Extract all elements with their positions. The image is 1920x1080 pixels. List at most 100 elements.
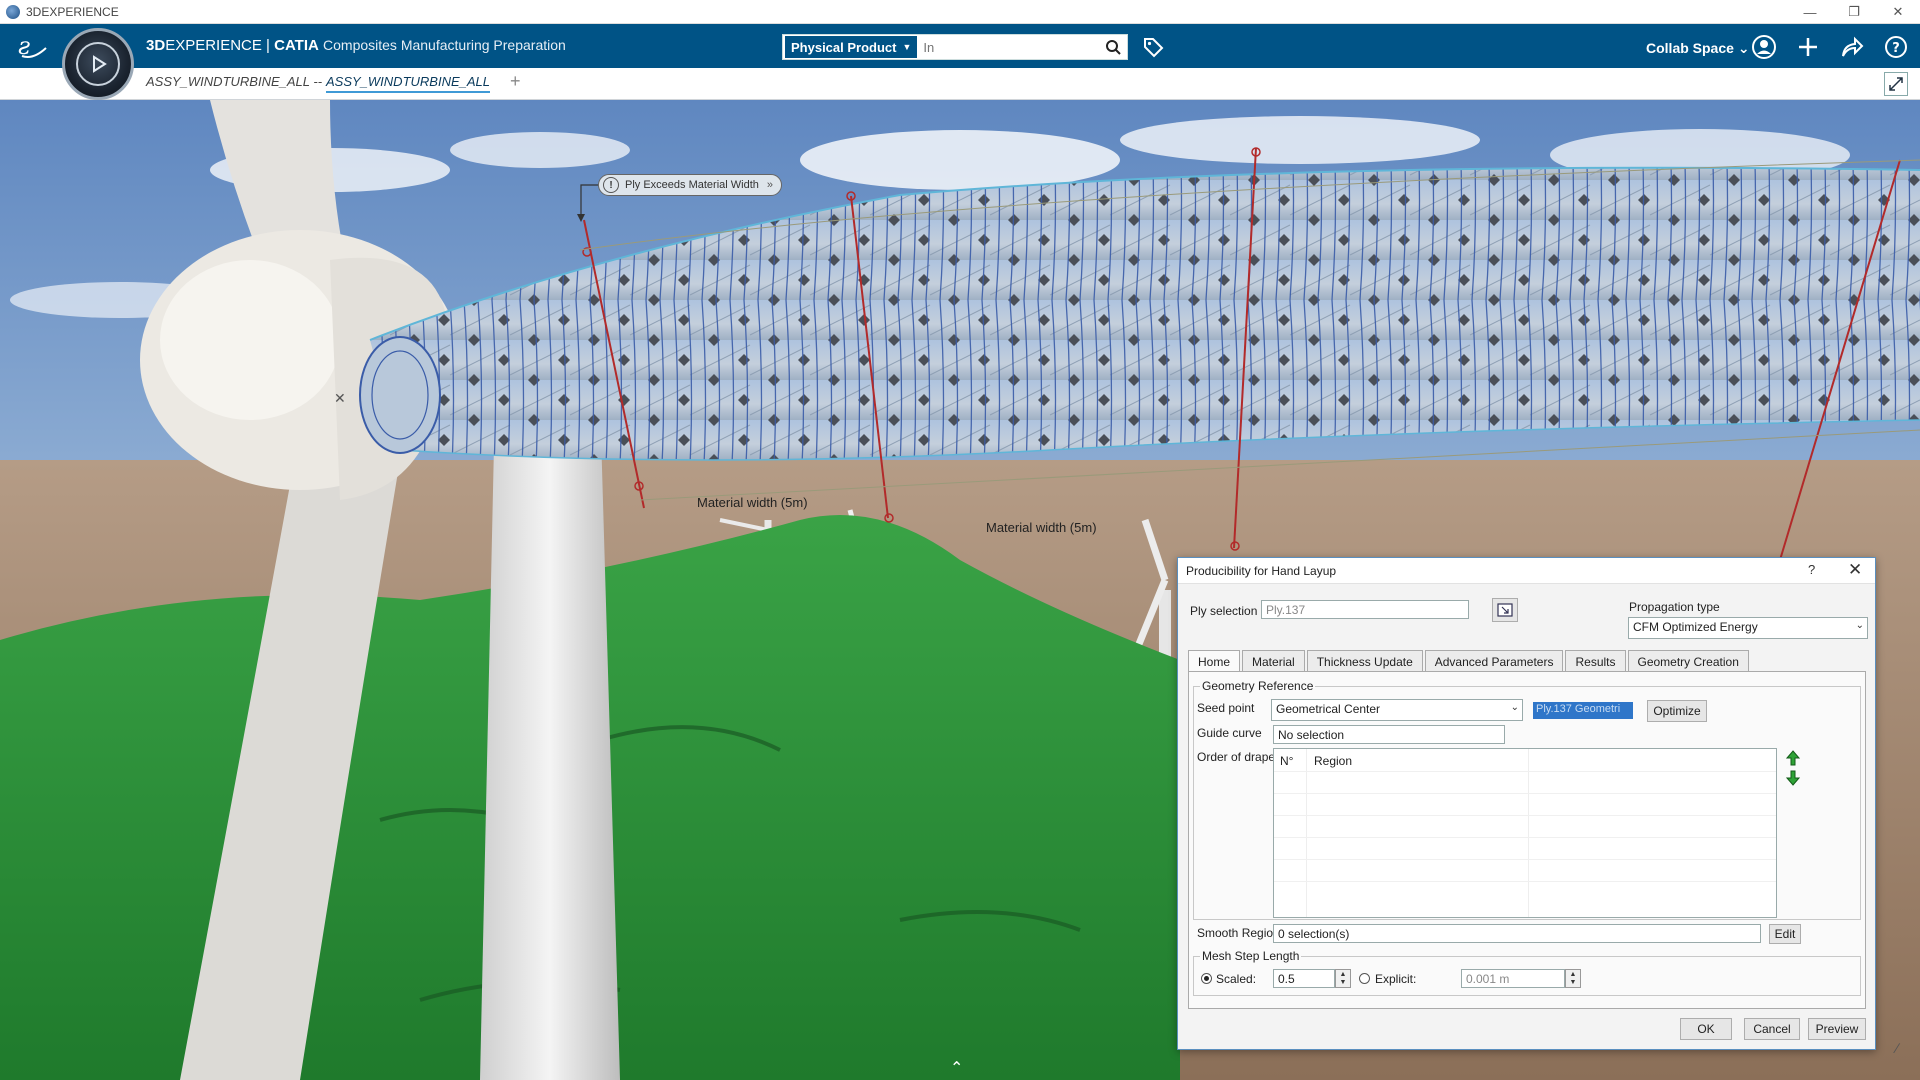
row-line (1274, 859, 1776, 860)
propagation-type-label: Propagation type (1629, 600, 1720, 614)
os-app-name: 3DEXPERIENCE (26, 4, 119, 19)
help-icon[interactable]: ? (1882, 33, 1910, 61)
warning-icon: ! (603, 177, 619, 193)
tab-home[interactable]: Home (1188, 650, 1241, 673)
compass-play-button[interactable] (62, 28, 134, 100)
chevron-down-icon: ⌄ (1737, 40, 1750, 56)
order-of-drape-list[interactable]: N° Region (1273, 748, 1777, 918)
scaled-radio[interactable] (1201, 973, 1212, 984)
row-line (1274, 837, 1776, 838)
search-bar: Physical Product ▼ (782, 34, 1128, 60)
add-icon[interactable] (1794, 33, 1822, 61)
app-header: ƨ 3DEXPERIENCE | CATIA Composites Manufa… (0, 24, 1920, 68)
guide-curve-label: Guide curve (1197, 726, 1262, 740)
dialog-close-icon[interactable]: ✕ (1848, 560, 1862, 580)
ok-button[interactable]: OK (1680, 1018, 1732, 1040)
tag-icon[interactable] (1140, 34, 1166, 60)
dialog-title: Producibility for Hand Layup (1186, 564, 1337, 578)
spin-up-icon: ▲ (1569, 970, 1577, 978)
tab-results[interactable]: Results (1565, 650, 1626, 672)
tab-material[interactable]: Material (1242, 650, 1305, 672)
ply-selection-field[interactable]: Ply.137 (1261, 600, 1469, 619)
column-number: N° (1280, 754, 1294, 768)
tab-geometry-creation[interactable]: Geometry Creation (1627, 650, 1749, 672)
seed-point-value: Geometrical Center (1276, 702, 1381, 716)
expand-up-icon[interactable]: ⌃ (950, 1058, 963, 1078)
share-icon[interactable] (1838, 33, 1866, 61)
order-of-drape-label: Order of drape (1197, 750, 1276, 764)
user-avatar-icon[interactable] (1750, 33, 1778, 61)
scaled-value-field[interactable]: 0.5 (1273, 969, 1335, 988)
cancel-button[interactable]: Cancel (1744, 1018, 1800, 1040)
add-tab-icon[interactable]: + (510, 71, 521, 92)
explicit-spinner[interactable]: ▲ ▼ (1565, 969, 1581, 988)
preview-button[interactable]: Preview (1808, 1018, 1866, 1040)
maximize-icon[interactable] (1884, 72, 1908, 96)
chevron-down-icon: ⌄ (1510, 702, 1519, 713)
producibility-dialog: Producibility for Hand Layup ? ✕ Ply sel… (1177, 557, 1876, 1050)
search-scope-label: Physical Product (791, 39, 897, 55)
column-separator (1306, 749, 1307, 917)
app-name: Composites Manufacturing Preparation (323, 37, 566, 53)
collab-space-selector[interactable]: Collab Space ⌄ (1646, 40, 1750, 57)
explicit-label: Explicit: (1375, 972, 1417, 986)
app-icon (6, 4, 20, 19)
row-line (1274, 793, 1776, 794)
ply-warning-callout[interactable]: ! Ply Exceeds Material Width » (598, 174, 783, 196)
search-input[interactable] (917, 39, 1101, 55)
move-up-icon[interactable] (1783, 748, 1803, 767)
window-controls: — ❐ ✕ (1788, 0, 1920, 24)
brand-catia: CATIA (274, 37, 319, 54)
mesh-step-length-title: Mesh Step Length (1200, 949, 1302, 963)
propagation-type-value: CFM Optimized Energy (1633, 620, 1758, 634)
column-separator (1528, 749, 1529, 917)
order-of-drape-header: N° Region (1274, 749, 1776, 771)
chevron-down-icon: ⌄ (1855, 620, 1864, 631)
explicit-value-field[interactable]: 0.001 m (1461, 969, 1565, 988)
dialog-titlebar: Producibility for Hand Layup ? ✕ (1178, 558, 1875, 584)
brand-separator: | (261, 37, 275, 54)
ply-selector-button[interactable] (1492, 598, 1518, 622)
material-width-label-1: Material width (5m) (697, 495, 808, 510)
restore-icon[interactable]: ❐ (1832, 0, 1876, 24)
guide-curve-field[interactable]: No selection (1273, 725, 1505, 744)
brand-title: 3DEXPERIENCE | CATIA Composites Manufact… (146, 37, 566, 54)
row-line (1274, 771, 1776, 772)
row-line (1274, 881, 1776, 882)
tab-thickness-update[interactable]: Thickness Update (1306, 650, 1423, 672)
close-window-icon[interactable]: ✕ (1876, 0, 1920, 24)
material-width-label-2: Material width (5m) (986, 520, 1097, 535)
selection-icon (1497, 603, 1513, 617)
spin-down-icon: ▼ (1569, 978, 1577, 986)
scaled-label: Scaled: (1216, 972, 1257, 986)
svg-text:?: ? (1892, 41, 1900, 56)
ds-logo-icon[interactable]: ƨ (16, 30, 50, 62)
callout-text: Ply Exceeds Material Width (625, 179, 759, 191)
propagation-type-dropdown[interactable]: CFM Optimized Energy ⌄ (1628, 617, 1868, 639)
ply-selection-label: Ply selection (1190, 604, 1258, 618)
os-titlebar: 3DEXPERIENCE — ❐ ✕ (0, 0, 1920, 24)
minimize-icon[interactable]: — (1788, 0, 1832, 24)
dialog-tabs: Home Material Thickness Update Advanced … (1188, 650, 1751, 673)
dialog-help-icon[interactable]: ? (1808, 562, 1815, 577)
explicit-radio[interactable] (1359, 973, 1370, 984)
seed-point-selection-field[interactable]: Ply.137 Geometri (1533, 702, 1633, 719)
scaled-spinner[interactable]: ▲ ▼ (1335, 969, 1351, 988)
document-tab-1[interactable]: ASSY_WINDTURBINE_ALL -- (146, 74, 322, 89)
document-tabs-bar: ASSY_WINDTURBINE_ALL -- ASSY_WINDTURBINE… (0, 68, 1920, 100)
tab-advanced-parameters[interactable]: Advanced Parameters (1424, 650, 1564, 672)
seed-point-dropdown[interactable]: Geometrical Center ⌄ (1271, 699, 1523, 721)
seed-point-label: Seed point (1197, 701, 1255, 715)
spin-up-icon: ▲ (1339, 970, 1347, 978)
move-down-icon[interactable] (1783, 768, 1803, 787)
search-scope-dropdown[interactable]: Physical Product ▼ (785, 36, 918, 58)
collab-space-label: Collab Space (1646, 40, 1734, 56)
home-tab-panel: Geometry Reference Seed point Geometrica… (1188, 671, 1866, 1009)
resize-grip-icon[interactable]: ∕ (1896, 1040, 1898, 1056)
column-region: Region (1314, 754, 1353, 768)
document-tab-2[interactable]: ASSY_WINDTURBINE_ALL (326, 74, 490, 93)
search-icon[interactable] (1101, 36, 1127, 58)
smooth-regions-field[interactable]: 0 selection(s) (1273, 924, 1761, 943)
edit-button[interactable]: Edit (1769, 924, 1801, 944)
optimize-button[interactable]: Optimize (1647, 700, 1707, 722)
